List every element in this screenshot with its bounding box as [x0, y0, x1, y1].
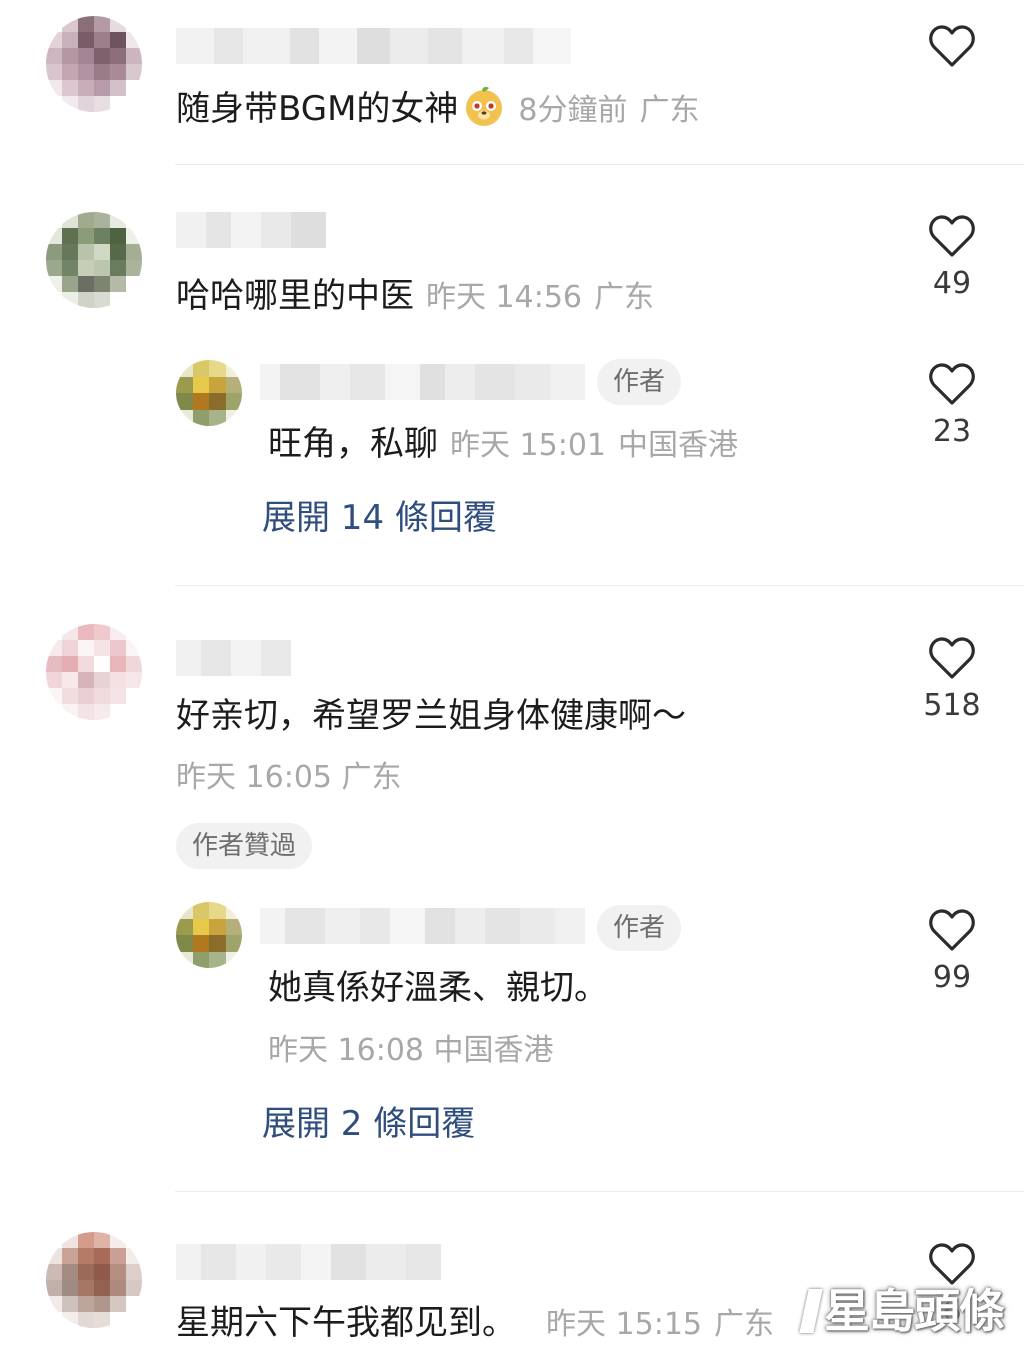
divider: [175, 585, 1024, 586]
heart-icon: [929, 637, 975, 679]
comment-body: 随身带BGM的女神: [176, 89, 459, 129]
like-button[interactable]: 49: [922, 214, 982, 301]
reply-text: 她真係好溫柔、親切。: [268, 968, 608, 1008]
author-tag: 作者: [597, 905, 682, 951]
like-count: 23: [932, 414, 972, 449]
comment-time: 昨天 15:15: [546, 1307, 702, 1342]
like-button[interactable]: 99: [922, 908, 982, 995]
like-count: 49: [932, 266, 972, 301]
like-button[interactable]: 23: [922, 362, 982, 449]
username-blurred[interactable]: [176, 640, 291, 676]
reply-body: 旺角，私聊: [268, 424, 438, 464]
reply-time: 昨天 16:08: [268, 1033, 424, 1068]
expand-replies-link[interactable]: 展開 2 條回覆: [262, 1104, 475, 1144]
avatar[interactable]: [46, 16, 142, 112]
comment-body: 哈哈哪里的中医: [176, 276, 414, 316]
like-count: 99: [932, 960, 972, 995]
like-button[interactable]: [922, 24, 982, 68]
username-blurred[interactable]: [176, 28, 571, 64]
comment-location: 广东: [341, 760, 402, 795]
username-blurred[interactable]: [176, 212, 326, 248]
comment-location: 广东: [594, 280, 654, 315]
watermark-bar-icon: [799, 1289, 823, 1333]
avatar[interactable]: [176, 902, 242, 968]
watermark-text: 星島頭條: [824, 1284, 1005, 1338]
avatar[interactable]: [46, 624, 142, 720]
like-button[interactable]: 518: [922, 636, 982, 723]
avatar[interactable]: [176, 360, 242, 426]
reply-text: 旺角，私聊 昨天 15:01 中国香港: [268, 424, 738, 466]
author-liked-badge: 作者贊過: [176, 823, 313, 869]
like-count: 518: [923, 688, 981, 723]
comment-text: 星期六下午我都见到。 昨天 15:15 广东: [176, 1303, 774, 1345]
comment-location: 广东: [714, 1307, 774, 1342]
divider: [175, 1191, 1024, 1192]
comment-body: 星期六下午我都见到。: [176, 1303, 516, 1343]
reply-location: 中国香港: [618, 428, 738, 463]
comment-time: 昨天 16:05: [176, 760, 332, 795]
reply-location: 中国香港: [433, 1033, 554, 1068]
comment-time: 昨天 14:56: [426, 280, 582, 315]
dog-face-emoji-icon: [462, 84, 506, 128]
avatar[interactable]: [46, 212, 142, 308]
divider: [175, 164, 1024, 165]
avatar[interactable]: [46, 1232, 142, 1328]
heart-icon: [929, 909, 975, 951]
comment-text: 哈哈哪里的中医 昨天 14:56 广东: [176, 276, 654, 318]
username-blurred[interactable]: [260, 364, 585, 400]
heart-icon: [929, 215, 975, 257]
comment-time: 8分鐘前: [518, 93, 628, 128]
comment-text: 随身带BGM的女神 8分鐘前 广东: [176, 84, 700, 131]
reply-time: 昨天 15:01: [450, 428, 606, 463]
expand-replies-link[interactable]: 展開 14 條回覆: [262, 498, 497, 538]
comment-meta: 昨天 16:05 广东: [176, 760, 402, 796]
watermark-logo: 星島頭條: [799, 1275, 1005, 1341]
comment-text: 好亲切，希望罗兰姐身体健康啊～: [176, 696, 686, 736]
username-blurred[interactable]: [260, 908, 585, 944]
username-blurred[interactable]: [176, 1244, 441, 1280]
author-tag: 作者: [597, 359, 682, 405]
heart-icon: [929, 25, 975, 67]
heart-icon: [929, 363, 975, 405]
comment-location: 广东: [639, 93, 700, 128]
reply-meta: 昨天 16:08 中国香港: [268, 1033, 554, 1069]
